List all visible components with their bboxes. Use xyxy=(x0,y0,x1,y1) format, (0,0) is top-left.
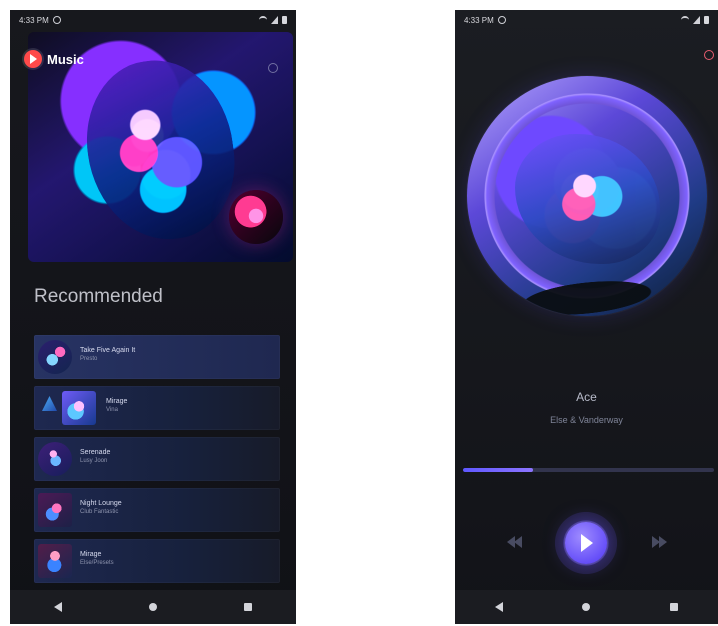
album-art-icon xyxy=(62,391,96,425)
youtube-music-icon xyxy=(24,50,42,68)
brand-name: Music xyxy=(47,51,84,67)
android-nav-bar-right xyxy=(455,590,718,624)
song-title: Mirage xyxy=(106,398,128,405)
album-art-icon xyxy=(38,340,72,374)
song-artist: Else/Presets xyxy=(80,560,114,566)
signal-icon xyxy=(693,16,700,24)
album-art-icon xyxy=(38,493,72,527)
left-status-left: 4:33 PM xyxy=(19,16,61,25)
right-status-bar: 4:33 PM xyxy=(455,10,718,30)
playback-controls xyxy=(455,510,718,580)
song-meta: Night Lounge Club Fantastic xyxy=(80,499,272,516)
next-icon[interactable] xyxy=(652,536,670,548)
list-item[interactable]: Take Five Again It Presto xyxy=(34,335,280,379)
song-artist: Lusy Joon xyxy=(80,458,108,464)
song-artist: Club Fantastic xyxy=(80,509,119,515)
wifi-icon xyxy=(259,16,267,24)
left-status-bar: 4:33 PM xyxy=(10,10,296,30)
right-status-right xyxy=(681,16,709,24)
wifi-icon xyxy=(681,16,689,24)
android-nav-bar xyxy=(10,590,296,624)
left-phone-screen: 4:33 PM Music Recommended Take Five Agai… xyxy=(10,10,296,624)
left-status-right xyxy=(259,16,287,24)
gear-icon xyxy=(497,16,506,24)
album-art-icon xyxy=(38,544,72,578)
playback-progress-fill xyxy=(463,468,534,472)
record-icon[interactable] xyxy=(704,50,714,60)
previous-icon[interactable] xyxy=(507,536,525,548)
list-item[interactable]: Mirage Vina xyxy=(34,386,280,430)
list-item[interactable]: Serenade Lusy Joon xyxy=(34,437,280,481)
song-title: Serenade xyxy=(80,449,111,456)
song-meta: Mirage Vina xyxy=(106,397,272,414)
battery-icon xyxy=(282,16,287,24)
home-icon[interactable] xyxy=(147,601,159,613)
list-item[interactable]: Night Lounge Club Fantastic xyxy=(34,488,280,532)
now-playing-artist: Else & Vanderway xyxy=(550,415,623,425)
home-icon[interactable] xyxy=(580,601,592,613)
app-brand: Music xyxy=(24,50,84,68)
list-item[interactable]: Mirage Else/Presets xyxy=(34,539,280,583)
play-button[interactable] xyxy=(565,522,607,564)
now-playing-title: Ace xyxy=(576,390,597,404)
song-meta: Mirage Else/Presets xyxy=(80,550,272,567)
signal-icon xyxy=(271,16,278,24)
song-title: Mirage xyxy=(80,551,102,558)
play-icon xyxy=(581,534,593,552)
recents-icon[interactable] xyxy=(668,601,680,613)
left-status-time: 4:33 PM xyxy=(19,15,49,25)
song-title: Take Five Again It xyxy=(80,347,136,354)
settings-icon[interactable] xyxy=(268,63,278,73)
back-icon[interactable] xyxy=(52,601,64,613)
battery-icon xyxy=(704,16,709,24)
triangle-icon xyxy=(42,396,57,411)
playback-progress-bar[interactable] xyxy=(463,468,714,472)
album-cover-disc xyxy=(467,76,707,316)
song-artist: Vina xyxy=(106,407,118,413)
song-meta: Take Five Again It Presto xyxy=(80,346,272,363)
song-meta: Serenade Lusy Joon xyxy=(80,448,272,465)
screenshot-page: 4:33 PM Music Recommended Take Five Agai… xyxy=(0,0,718,626)
right-status-time: 4:33 PM xyxy=(464,15,494,25)
album-art-icon xyxy=(38,442,72,476)
song-artist: Presto xyxy=(80,356,98,362)
song-title: Night Lounge xyxy=(80,500,122,507)
right-status-left: 4:33 PM xyxy=(464,16,506,25)
back-icon[interactable] xyxy=(493,601,505,613)
right-phone-screen: 4:33 PM Ace Else & Vanderway xyxy=(455,10,718,624)
section-title: Recommended xyxy=(34,286,163,307)
gear-icon xyxy=(52,16,61,24)
recommended-list: Take Five Again It Presto Mirage Vina Se… xyxy=(34,335,280,590)
recents-icon[interactable] xyxy=(242,601,254,613)
